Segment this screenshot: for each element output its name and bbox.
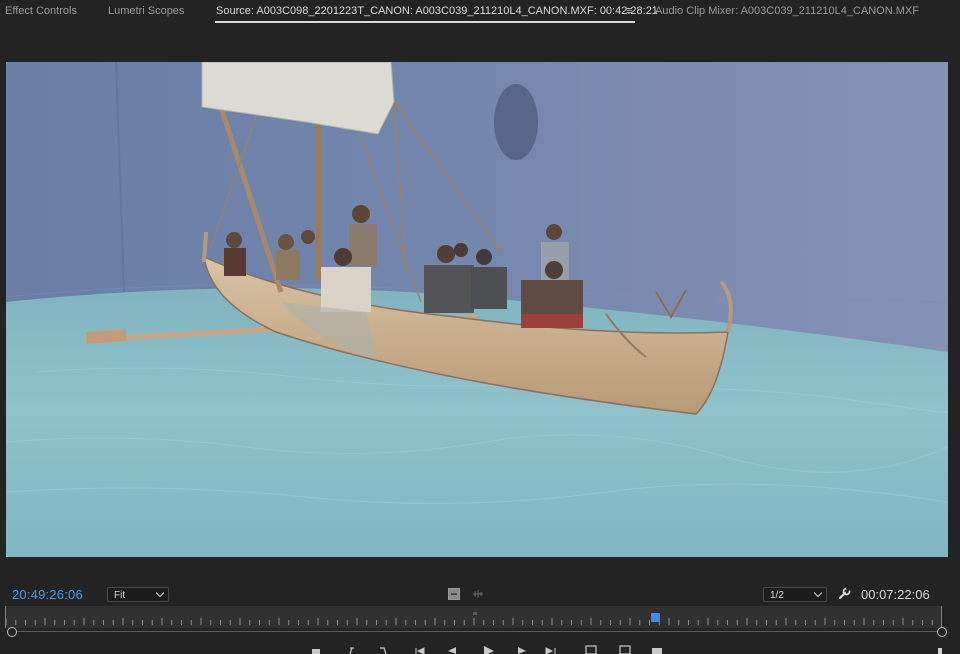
insert-marker-icon[interactable]	[448, 588, 460, 600]
step-back-icon	[448, 647, 456, 654]
panel-menu-icon[interactable]: ≡	[626, 5, 632, 17]
transport-controls	[312, 645, 662, 654]
tab-effect-controls[interactable]: Effect Controls	[5, 5, 77, 17]
source-monitor-video[interactable]	[6, 62, 948, 557]
playback-resolution-select[interactable]: 1/2	[763, 587, 827, 602]
marker-icon	[312, 649, 320, 654]
overwrite-icon	[619, 645, 631, 654]
mark-out-icon	[380, 647, 387, 654]
play-icon	[484, 646, 494, 654]
chevron-down-icon	[813, 588, 823, 598]
tab-audio-clip-mixer[interactable]: Audio Clip Mixer: A003C039_211210L4_CANO…	[655, 5, 919, 17]
add-button-icon[interactable]	[938, 648, 942, 654]
drag-audio-only-icon[interactable]	[472, 588, 484, 600]
mark-in-icon	[349, 647, 354, 654]
out-point-marker	[941, 606, 942, 628]
zoom-scroll-bar[interactable]	[17, 631, 938, 632]
tab-source-monitor[interactable]: Source: A003C098_2201223T_CANON: A003C03…	[216, 5, 658, 17]
panel-tab-bar: Effect Controls Lumetri Scopes Source: A…	[0, 0, 960, 26]
in-point-marker	[5, 606, 6, 628]
go-to-out-icon	[545, 647, 556, 654]
zoom-level-select[interactable]: Fit	[107, 587, 169, 602]
playhead-handle[interactable]	[651, 613, 660, 622]
export-frame-icon	[652, 648, 662, 654]
wrench-icon[interactable]	[837, 587, 851, 601]
zoom-scroll-end-handle[interactable]	[937, 627, 947, 637]
zoom-scroll-start-handle[interactable]	[7, 627, 17, 637]
tab-lumetri-scopes[interactable]: Lumetri Scopes	[108, 5, 184, 17]
zoom-level-value: Fit	[114, 590, 126, 601]
playback-resolution-value: 1/2	[770, 590, 784, 601]
chevron-down-icon	[155, 588, 165, 598]
insert-icon	[585, 645, 597, 654]
playhead-timecode[interactable]: 20:49:26:06	[12, 587, 83, 602]
video-frame-boat	[6, 62, 948, 557]
go-to-in-icon	[415, 647, 425, 654]
time-ruler-ticks	[6, 612, 942, 625]
active-tab-underline	[215, 21, 635, 23]
duration-timecode: 00:07:22:06	[861, 587, 930, 602]
step-forward-icon	[518, 647, 526, 654]
time-ruler[interactable]	[6, 606, 942, 628]
